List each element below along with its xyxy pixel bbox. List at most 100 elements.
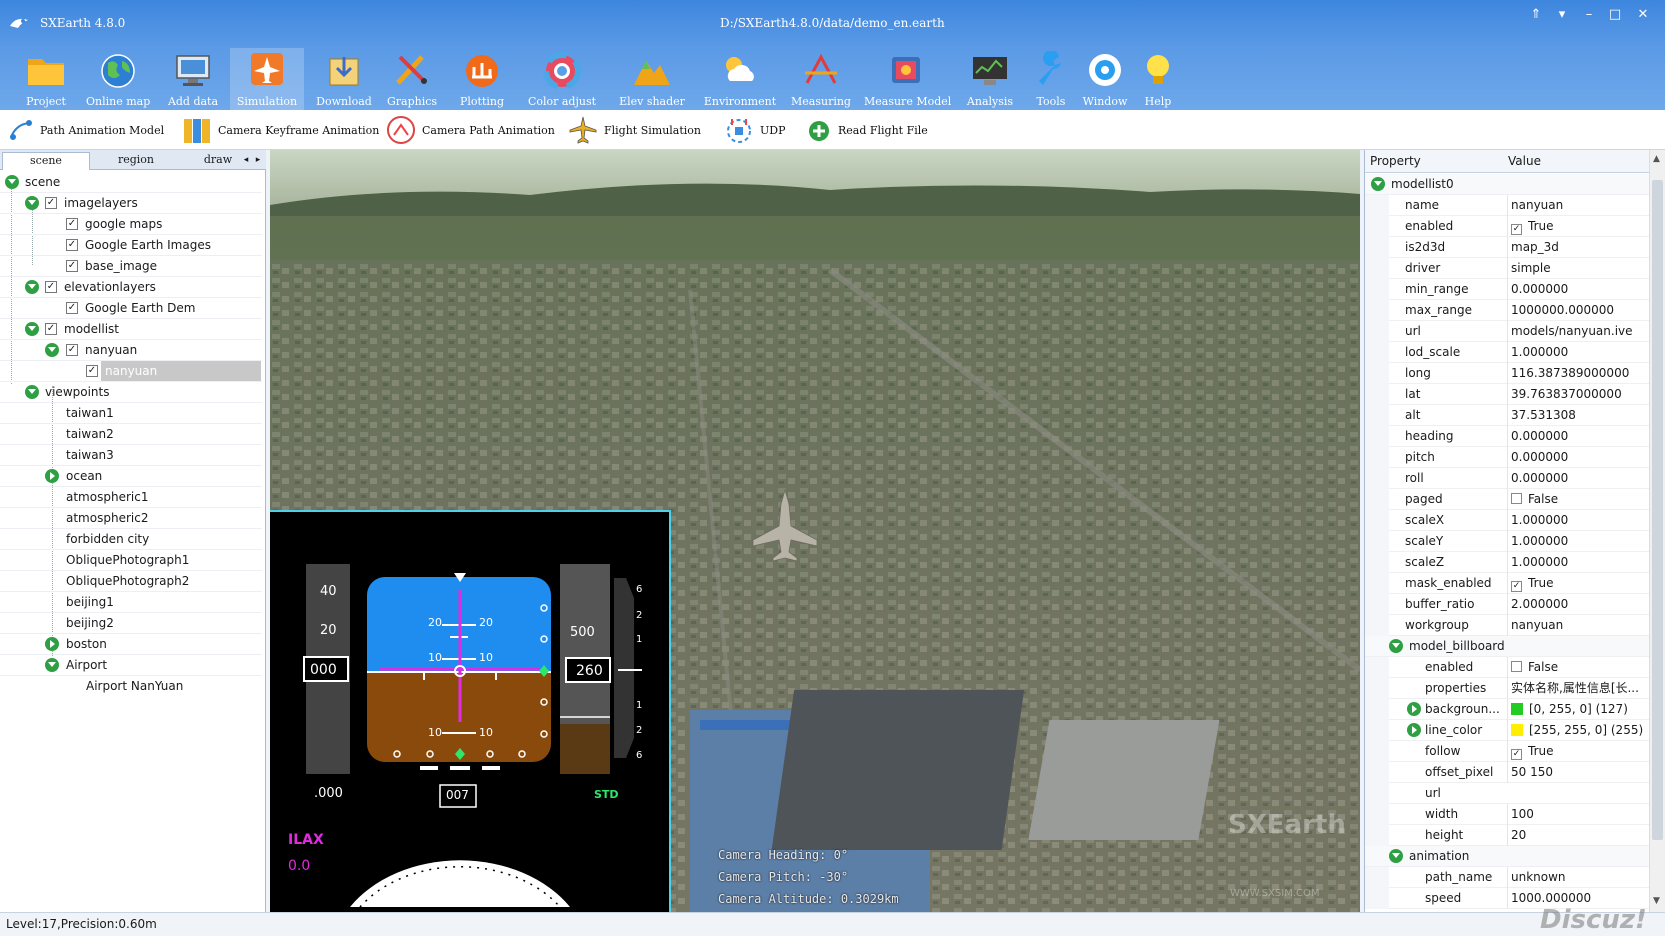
maximize-button[interactable]: □	[1604, 6, 1626, 24]
property-row[interactable]: lod_scale 1.000000	[1365, 342, 1649, 363]
camera-path-animation-button[interactable]: Camera Path Animation	[386, 116, 555, 144]
property-row[interactable]: max_range 1000000.000000	[1365, 300, 1649, 321]
property-value[interactable]: 20	[1507, 825, 1647, 846]
property-row[interactable]: properties 实体名称,属性信息[长...	[1365, 678, 1649, 699]
property-row[interactable]: alt 37.531308	[1365, 405, 1649, 426]
property-group-modellist0[interactable]: modellist0	[1365, 174, 1649, 195]
tree-node-viewpoint[interactable]: ObliquePhotograph2	[0, 571, 262, 592]
tree-node-viewpoint[interactable]: boston	[0, 634, 262, 655]
dropdown-icon[interactable]: ▾	[1551, 6, 1573, 24]
property-value[interactable]: 50 150	[1507, 762, 1647, 783]
property-value[interactable]: 实体名称,属性信息[长...	[1507, 678, 1647, 699]
scroll-down-icon[interactable]: ▼	[1653, 896, 1660, 906]
expand-icon[interactable]	[1389, 849, 1403, 863]
property-row[interactable]: width 100	[1365, 804, 1649, 825]
color-swatch[interactable]	[1511, 724, 1523, 736]
property-row[interactable]: url	[1365, 783, 1649, 804]
path-animation-model-button[interactable]: Path Animation Model	[8, 116, 164, 144]
property-value[interactable]: [0, 255, 0] (127)	[1507, 699, 1647, 720]
value-checkbox[interactable]: ✓	[1511, 749, 1522, 760]
tree-node-viewpoints[interactable]: viewpoints	[0, 382, 262, 403]
ribbon-add-data[interactable]: Add data	[164, 48, 222, 110]
tab-region[interactable]: region	[92, 152, 180, 170]
property-value[interactable]: 100	[1507, 804, 1647, 825]
property-row[interactable]: scaleY 1.000000	[1365, 531, 1649, 552]
expand-icon[interactable]	[1407, 723, 1421, 737]
property-value[interactable]: map_3d	[1507, 237, 1647, 258]
property-row[interactable]: offset_pixel 50 150	[1365, 762, 1649, 783]
expand-icon[interactable]	[25, 196, 39, 210]
property-value[interactable]: models/nanyuan.ive	[1507, 321, 1647, 342]
tab-scroll-right-icon[interactable]: ▸	[252, 152, 264, 170]
property-value[interactable]: 37.531308	[1507, 405, 1647, 426]
tree-node-viewpoint[interactable]: beijing2	[0, 613, 262, 634]
property-value[interactable]: 0.000000	[1507, 447, 1647, 468]
property-value[interactable]: 0.000000	[1507, 426, 1647, 447]
ribbon-simulation[interactable]: Simulation	[230, 48, 304, 110]
expand-icon[interactable]	[1371, 177, 1385, 191]
tree-node-viewpoint[interactable]: atmospheric1	[0, 487, 262, 508]
property-value[interactable]: 116.387389000000	[1507, 363, 1647, 384]
ribbon-window[interactable]: Window	[1080, 48, 1130, 110]
scroll-up-icon[interactable]: ▲	[1653, 154, 1660, 164]
expand-icon[interactable]	[5, 175, 19, 189]
ribbon-help[interactable]: Help	[1136, 48, 1180, 110]
tree-node-google-earth-images[interactable]: ✓ Google Earth Images	[0, 235, 262, 256]
camera-keyframe-animation-button[interactable]: Camera Keyframe Animation	[182, 116, 379, 144]
property-row[interactable]: enabled False	[1365, 657, 1649, 678]
property-row[interactable]: heading 0.000000	[1365, 426, 1649, 447]
tree-node-viewpoint[interactable]: ocean	[0, 466, 262, 487]
expand-icon[interactable]	[1407, 702, 1421, 716]
close-button[interactable]: ✕	[1632, 6, 1654, 24]
scrollbar-thumb[interactable]	[1652, 180, 1663, 840]
minimize-button[interactable]: –	[1578, 6, 1600, 24]
property-value[interactable]: ✓ True	[1507, 573, 1647, 594]
expand-icon[interactable]	[25, 385, 39, 399]
layer-checkbox[interactable]: ✓	[66, 239, 78, 251]
property-value[interactable]: 39.763837000000	[1507, 384, 1647, 405]
ribbon-plotting[interactable]: Plotting	[454, 48, 510, 110]
expand-icon[interactable]	[45, 658, 59, 672]
ribbon-analysis[interactable]: Analysis	[960, 48, 1020, 110]
property-row[interactable]: lat 39.763837000000	[1365, 384, 1649, 405]
expand-icon[interactable]	[1389, 639, 1403, 653]
property-row[interactable]: name nanyuan	[1365, 195, 1649, 216]
property-row[interactable]: buffer_ratio 2.000000	[1365, 594, 1649, 615]
ribbon-measure-model[interactable]: Measure Model	[864, 48, 951, 110]
property-row[interactable]: driver simple	[1365, 258, 1649, 279]
property-row[interactable]: line_color [255, 255, 0] (255)	[1365, 720, 1649, 741]
tree-node-viewpoint[interactable]: Airport	[0, 655, 262, 676]
ribbon-environment[interactable]: Environment	[702, 48, 778, 110]
tree-node-airport-nanyuan[interactable]: Airport NanYuan	[0, 676, 262, 697]
property-value[interactable]: 1000000.000000	[1507, 300, 1647, 321]
tree-node-base-image[interactable]: ✓ base_image	[0, 256, 262, 277]
value-checkbox[interactable]	[1511, 493, 1522, 504]
property-row[interactable]: path_name unknown	[1365, 867, 1649, 888]
property-value[interactable]: 2.000000	[1507, 594, 1647, 615]
tree-node-google-maps[interactable]: ✓ google maps	[0, 214, 262, 235]
property-group-model-billboard[interactable]: model_billboard	[1365, 636, 1649, 657]
read-flight-file-button[interactable]: Read Flight File	[806, 116, 928, 144]
layer-checkbox[interactable]: ✓	[66, 344, 78, 356]
value-checkbox[interactable]: ✓	[1511, 581, 1522, 592]
property-group-animation[interactable]: animation	[1365, 846, 1649, 867]
tree-node-viewpoint[interactable]: ObliquePhotograph1	[0, 550, 262, 571]
property-value[interactable]: 0.000000	[1507, 468, 1647, 489]
property-row[interactable]: is2d3d map_3d	[1365, 237, 1649, 258]
property-value[interactable]: 0.000000	[1507, 279, 1647, 300]
property-row[interactable]: follow ✓ True	[1365, 741, 1649, 762]
tree-node-viewpoint[interactable]: taiwan2	[0, 424, 262, 445]
tree-node-elevationlayers[interactable]: ✓ elevationlayers	[0, 277, 262, 298]
ribbon-color-adjust[interactable]: Color adjust	[524, 48, 600, 110]
layer-checkbox[interactable]: ✓	[45, 323, 57, 335]
pin-icon[interactable]: ⇑	[1525, 6, 1547, 24]
property-row[interactable]: min_range 0.000000	[1365, 279, 1649, 300]
layer-checkbox[interactable]: ✓	[66, 218, 78, 230]
property-value[interactable]: 1.000000	[1507, 510, 1647, 531]
udp-button[interactable]: UDP	[724, 116, 786, 144]
property-row[interactable]: height 20	[1365, 825, 1649, 846]
property-value[interactable]: 1.000000	[1507, 552, 1647, 573]
expand-icon[interactable]	[45, 469, 59, 483]
layer-checkbox[interactable]: ✓	[45, 197, 57, 209]
map-viewport[interactable]: 40 20 000 .000 20 20 10 10 10 10 500 260…	[270, 150, 1360, 912]
